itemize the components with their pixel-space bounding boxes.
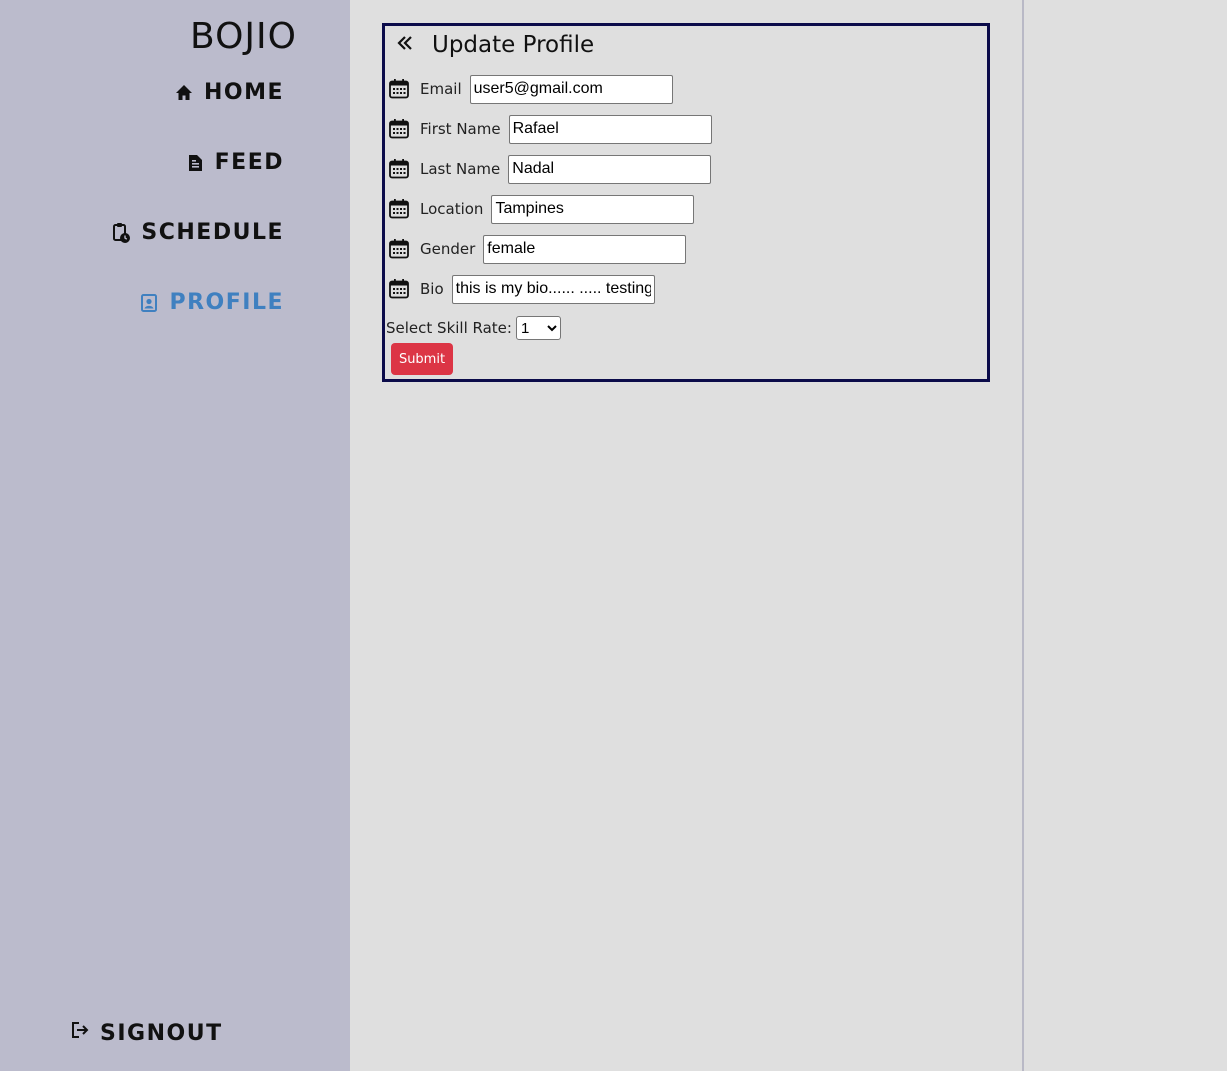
calendar-icon [388, 157, 412, 181]
nav-label-home: HOME [203, 80, 284, 105]
location-field[interactable] [491, 194, 695, 224]
back-button[interactable] [390, 30, 420, 60]
app-logo: BOJIO [190, 16, 297, 57]
sidebar: BOJIO HOME FEED SCHEDULE PROFILE SIGNOUT [0, 0, 350, 1071]
calendar-icon [388, 277, 412, 301]
first-name-label: First Name [420, 120, 501, 138]
profile-badge-icon [139, 293, 159, 313]
nav-item-profile[interactable]: PROFILE [139, 290, 284, 315]
update-profile-panel: Update Profile Email First Name Last Nam… [382, 23, 990, 382]
email-label: Email [420, 80, 462, 98]
nav-label-feed: FEED [214, 150, 284, 175]
panel-header: Update Profile [390, 30, 594, 60]
skill-rate-select[interactable]: 1 [515, 316, 561, 340]
double-chevron-left-icon [395, 33, 415, 58]
nav-item-feed[interactable]: FEED [185, 150, 284, 175]
skill-rate-label: Select Skill Rate: [386, 319, 512, 337]
nav-label-profile: PROFILE [169, 290, 284, 315]
skill-rate-row: Select Skill Rate: 1 [386, 316, 561, 340]
location-row: Location [388, 194, 695, 224]
gender-label: Gender [420, 240, 476, 258]
submit-button[interactable]: Submit [391, 343, 453, 375]
nav-item-schedule[interactable]: SCHEDULE [111, 220, 284, 245]
page-title: Update Profile [432, 32, 595, 58]
signout-button[interactable]: SIGNOUT [70, 1020, 223, 1046]
bio-field[interactable] [451, 274, 655, 304]
signout-label: SIGNOUT [100, 1020, 223, 1046]
last-name-row: Last Name [388, 154, 712, 184]
logout-icon [70, 1020, 90, 1046]
document-icon [185, 153, 205, 173]
home-icon [174, 83, 194, 103]
last-name-field[interactable] [508, 154, 712, 184]
nav-item-home[interactable]: HOME [174, 80, 284, 105]
gender-row: Gender [388, 234, 687, 264]
last-name-label: Last Name [420, 160, 501, 178]
bio-label: Bio [420, 280, 444, 298]
first-name-row: First Name [388, 114, 712, 144]
right-divider [1022, 0, 1024, 1071]
email-row: Email [388, 74, 673, 104]
email-field[interactable] [469, 74, 673, 104]
nav-label-schedule: SCHEDULE [141, 220, 284, 245]
location-label: Location [420, 200, 484, 218]
calendar-icon [388, 237, 412, 261]
calendar-icon [388, 117, 412, 141]
bio-row: Bio [388, 274, 655, 304]
gender-field[interactable] [483, 234, 687, 264]
calendar-icon [388, 77, 412, 101]
calendar-icon [388, 197, 412, 221]
first-name-field[interactable] [508, 114, 712, 144]
clipboard-clock-icon [111, 222, 131, 244]
